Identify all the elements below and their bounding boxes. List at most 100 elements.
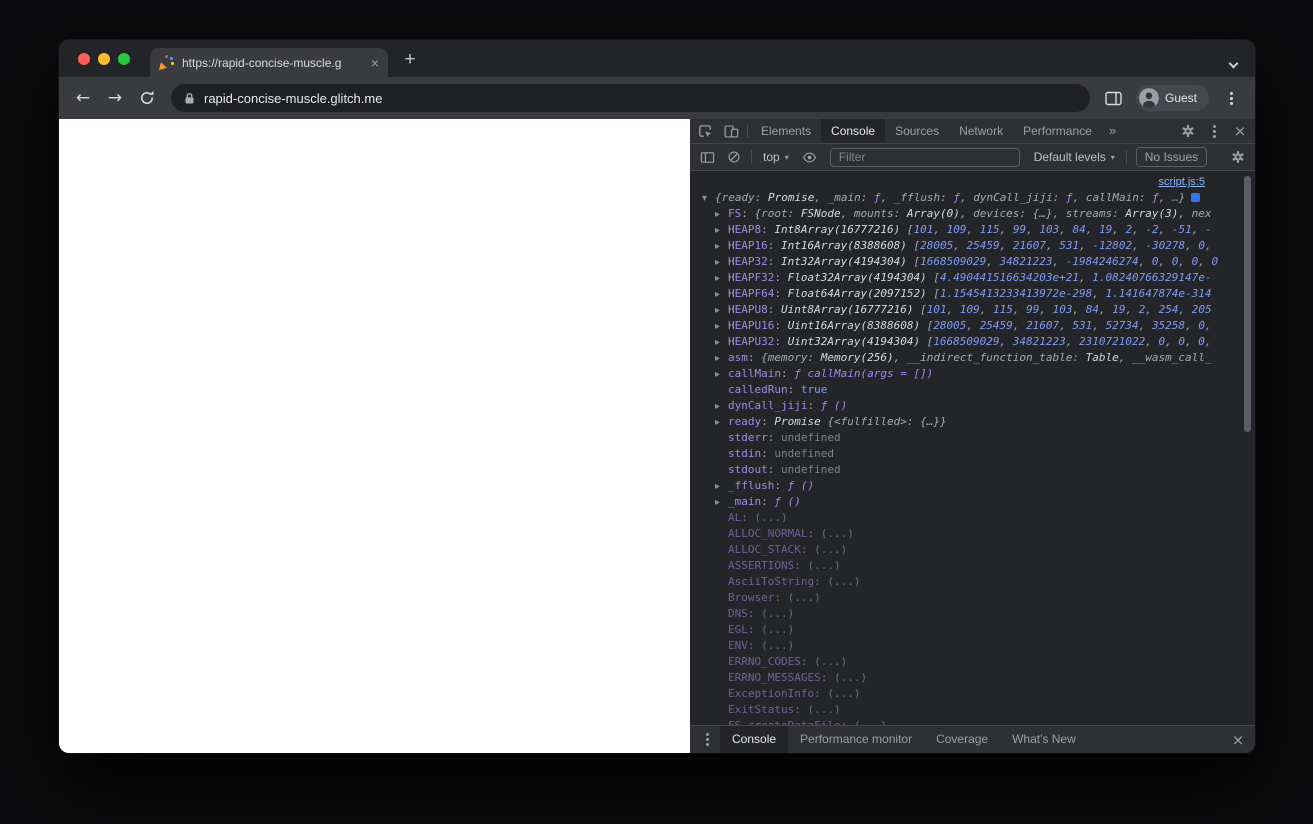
devtools-panel: Elements Console Sources Network Perform… bbox=[690, 119, 1255, 753]
disclosure-triangle-icon[interactable]: ▸ bbox=[715, 479, 728, 494]
source-link[interactable]: script.js:5 bbox=[1159, 176, 1205, 188]
disclosure-triangle-icon[interactable]: ▸ bbox=[715, 207, 728, 222]
console-log-summary-row: ▾ {ready: Promise, _main: ƒ, _fflush: ƒ, … bbox=[690, 190, 1255, 206]
console-property-row: stdin: undefined bbox=[728, 447, 834, 460]
devtools-settings-button[interactable] bbox=[1175, 119, 1201, 143]
drawer-tab-whats-new[interactable]: What's New bbox=[1000, 726, 1088, 753]
disclosure-triangle-icon[interactable]: ▸ bbox=[715, 303, 728, 318]
console-property-row: ▸ HEAPU16: Uint16Array(8388608) [28005, 2… bbox=[690, 318, 1255, 334]
context-selector[interactable]: top ▾ bbox=[756, 150, 796, 164]
object-info-badge[interactable] bbox=[1191, 193, 1201, 202]
device-toolbar-icon bbox=[724, 124, 738, 138]
console-property-row: ERRNO_CODES: (...) bbox=[728, 655, 848, 668]
console-property-row: ExceptionInfo: (...) bbox=[728, 687, 861, 700]
gear-icon bbox=[1182, 124, 1194, 138]
console-sidebar-button[interactable] bbox=[694, 144, 720, 170]
disclosure-triangle-icon[interactable]: ▸ bbox=[715, 287, 728, 302]
tab-search-chevron-icon[interactable] bbox=[1228, 54, 1239, 72]
browser-window: https://rapid-concise-muscle.g × + ← → r… bbox=[59, 40, 1255, 753]
kebab-menu-icon bbox=[705, 738, 709, 741]
tab-close-icon[interactable]: × bbox=[371, 56, 379, 70]
console-property-row: ▸ FS: {root: FSNode, mounts: Array(0), de… bbox=[690, 206, 1255, 222]
disclosure-triangle-icon[interactable]: ▸ bbox=[715, 271, 728, 286]
console-property-row: ▸ dynCall_jiji: ƒ () bbox=[690, 398, 1255, 414]
console-property-row: stdout: undefined bbox=[728, 463, 841, 476]
lock-icon[interactable] bbox=[184, 92, 195, 105]
drawer-tab-console[interactable]: Console bbox=[720, 726, 789, 753]
disclosure-triangle-icon[interactable]: ▸ bbox=[715, 367, 728, 382]
side-panel-button[interactable] bbox=[1100, 84, 1128, 112]
minimize-window-button[interactable] bbox=[98, 53, 110, 65]
chevron-down-icon: ▾ bbox=[1110, 152, 1115, 162]
back-button[interactable]: ← bbox=[69, 84, 97, 112]
tab-sources[interactable]: Sources bbox=[885, 119, 949, 143]
gear-icon bbox=[1232, 150, 1244, 164]
console-property-row: FS_createDataFile: (...) bbox=[690, 718, 1255, 725]
disclosure-triangle-icon[interactable]: ▸ bbox=[715, 255, 728, 270]
console-messages[interactable]: script.js:5 ▾ {ready: Promise, _main: ƒ, … bbox=[690, 171, 1255, 725]
console-property-row: ▸ HEAP32: Int32Array(4194304) [1668509029… bbox=[690, 254, 1255, 270]
console-property-row: calledRun: true bbox=[728, 383, 828, 396]
zoom-window-button[interactable] bbox=[118, 53, 130, 65]
disclosure-triangle-icon[interactable]: ▸ bbox=[715, 495, 728, 510]
devtools-menu-button[interactable] bbox=[1201, 119, 1227, 143]
console-toolbar: top ▾ Default levels ▾ No Issues bbox=[690, 144, 1255, 171]
console-property-row: ENV: (...) bbox=[728, 639, 795, 652]
drawer-menu-button[interactable] bbox=[694, 726, 720, 753]
console-scrollbar[interactable] bbox=[1244, 176, 1251, 432]
profile-button[interactable]: Guest bbox=[1135, 85, 1209, 111]
console-property-row: ▸ HEAPF32: Float32Array(4194304) [4.49044… bbox=[690, 270, 1255, 286]
new-tab-button[interactable]: + bbox=[397, 47, 423, 73]
filter-input[interactable] bbox=[829, 147, 1020, 167]
disclosure-triangle-icon[interactable]: ▸ bbox=[715, 415, 728, 430]
inspect-cursor-icon bbox=[698, 124, 711, 137]
log-levels-selector[interactable]: Default levels ▾ bbox=[1027, 150, 1122, 164]
tab-favicon-icon bbox=[159, 55, 174, 70]
kebab-menu-icon bbox=[1229, 96, 1233, 100]
device-toolbar-button[interactable] bbox=[718, 119, 744, 143]
console-property-row: ALLOC_STACK: (...) bbox=[728, 543, 848, 556]
devtools-tab-bar: Elements Console Sources Network Perform… bbox=[690, 119, 1255, 144]
console-property-row: ▸ _fflush: ƒ () bbox=[690, 478, 1255, 494]
console-property-row: ERRNO_MESSAGES: (...) bbox=[728, 671, 868, 684]
reload-button[interactable] bbox=[133, 84, 161, 112]
browser-tab[interactable]: https://rapid-concise-muscle.g × bbox=[150, 48, 388, 77]
clear-console-button[interactable] bbox=[721, 144, 747, 170]
disclosure-triangle-icon[interactable]: ▸ bbox=[715, 351, 728, 366]
tab-network[interactable]: Network bbox=[949, 119, 1013, 143]
reload-icon bbox=[141, 90, 154, 104]
close-drawer-button[interactable]: × bbox=[1225, 726, 1251, 753]
drawer-tab-coverage[interactable]: Coverage bbox=[924, 726, 1000, 753]
close-devtools-button[interactable]: × bbox=[1227, 119, 1253, 143]
tab-console[interactable]: Console bbox=[821, 119, 886, 143]
console-property-row: ExitStatus: (...) bbox=[728, 703, 841, 716]
inspect-element-button[interactable] bbox=[692, 119, 718, 143]
page-content bbox=[59, 119, 690, 753]
console-property-row: ▸ callMain: ƒ callMain(args = []) bbox=[690, 366, 1255, 382]
disclosure-triangle-icon[interactable]: ▸ bbox=[715, 223, 728, 238]
live-expression-button[interactable] bbox=[797, 144, 823, 170]
address-bar[interactable]: rapid-concise-muscle.glitch.me bbox=[171, 84, 1090, 112]
console-settings-button[interactable] bbox=[1225, 144, 1251, 170]
context-selector-value: top bbox=[763, 150, 780, 164]
tab-elements[interactable]: Elements bbox=[751, 119, 821, 143]
console-property-row: ▸ _main: ƒ () bbox=[690, 494, 1255, 510]
drawer-tab-performance-monitor[interactable]: Performance monitor bbox=[788, 726, 924, 753]
issues-button[interactable]: No Issues bbox=[1135, 147, 1208, 167]
console-property-row: ▸ ready: Promise {<fulfilled>: {…}} bbox=[690, 414, 1255, 430]
console-log-rows: ▾ {ready: Promise, _main: ƒ, _fflush: ƒ, … bbox=[690, 190, 1255, 725]
disclosure-triangle-icon[interactable]: ▸ bbox=[715, 399, 728, 414]
close-window-button[interactable] bbox=[78, 53, 90, 65]
browser-menu-button[interactable] bbox=[1217, 84, 1245, 112]
disclosure-triangle-icon[interactable]: ▾ bbox=[702, 191, 715, 206]
forward-button[interactable]: → bbox=[101, 84, 129, 112]
tab-performance[interactable]: Performance bbox=[1013, 119, 1102, 143]
disclosure-triangle-icon[interactable]: ▸ bbox=[715, 335, 728, 350]
url-text: rapid-concise-muscle.glitch.me bbox=[204, 90, 383, 106]
disclosure-triangle-icon[interactable]: ▸ bbox=[715, 239, 728, 254]
console-property-row: ALLOC_NORMAL: (...) bbox=[728, 527, 854, 540]
more-tabs-icon[interactable]: » bbox=[1102, 119, 1123, 143]
console-sidebar-icon bbox=[700, 151, 714, 163]
disclosure-triangle-icon[interactable]: ▸ bbox=[715, 319, 728, 334]
avatar-icon bbox=[1138, 88, 1159, 108]
